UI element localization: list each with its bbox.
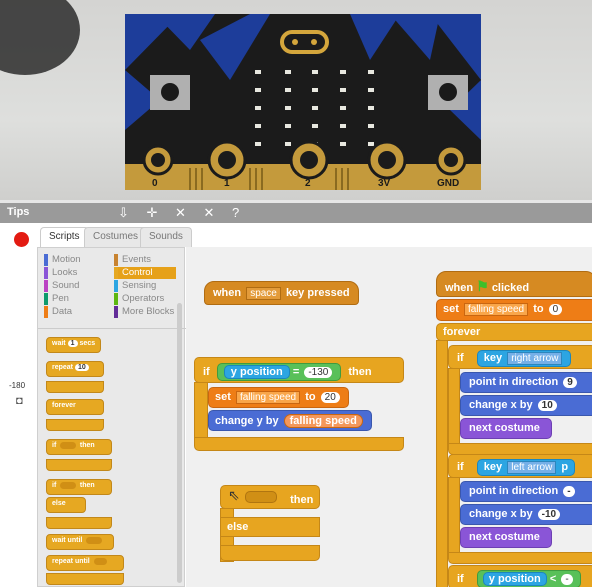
change-x-input-2[interactable]: -10 (537, 509, 561, 520)
change-x-by-block-2[interactable]: change x by -10 (460, 504, 592, 525)
palette-forever-block[interactable]: forever (46, 399, 104, 415)
less-than-operator-block[interactable]: y position < - (476, 570, 581, 587)
change-x-by-block-1[interactable]: change x by 10 (460, 395, 592, 416)
green-flag-icon: ⚑ (476, 278, 489, 294)
change-x-input-1[interactable]: 10 (537, 400, 557, 411)
tips-label[interactable]: Tips (7, 206, 29, 218)
set-zero-input[interactable]: 0 (548, 304, 563, 315)
left-arrow-dropdown[interactable]: left arrow (507, 461, 557, 474)
y-position-reporter[interactable]: y position (223, 365, 290, 379)
tab-sounds[interactable]: Sounds (140, 227, 192, 247)
palette-wait-until-block[interactable]: wait until (46, 534, 114, 550)
less-than-input[interactable]: - (561, 574, 573, 585)
pin-label-3v: 3V (378, 178, 391, 189)
direction-input-1[interactable]: 9 (563, 377, 577, 388)
stage-edge: -180 ◘ (0, 223, 37, 587)
equals-value-input[interactable]: -130 (304, 367, 333, 378)
editor-tabs: Scripts Costumes Sounds (37, 223, 592, 248)
if-key-right-block[interactable]: if key right arrow (448, 345, 592, 369)
key-pressed-sensing-right[interactable]: key right arrow (476, 350, 572, 367)
next-costume-block-2[interactable]: next costume (460, 527, 552, 548)
stop-sign-icon[interactable] (14, 232, 29, 247)
block-palette: Motion Looks Sound Pen Data Events Contr… (37, 247, 186, 588)
direction-input-2[interactable]: - (563, 486, 575, 497)
category-more-blocks[interactable]: More Blocks (114, 306, 176, 318)
pin-label-gnd: GND (437, 178, 459, 189)
palette-if-block[interactable]: if then (46, 439, 112, 455)
sprite-tools-icons[interactable]: ⇩ ✛ ✕ ✕ ? (118, 205, 246, 221)
next-costume-block-1[interactable]: next costume (460, 418, 552, 439)
category-sound[interactable]: Sound (44, 280, 106, 292)
category-pen[interactable]: Pen (44, 293, 106, 305)
when-key-pressed-hat-block[interactable]: when space key pressed (204, 281, 359, 305)
category-operators[interactable]: Operators (114, 293, 176, 305)
tab-costumes[interactable]: Costumes (84, 227, 148, 247)
point-in-direction-block-1[interactable]: point in direction 9 (460, 372, 592, 393)
key-pressed-sensing-left[interactable]: key left arrow p (476, 459, 576, 476)
x-coordinate-readout: -180 (9, 381, 26, 390)
right-arrow-dropdown[interactable]: right arrow (507, 352, 563, 365)
pin-label-1: 1 (224, 178, 230, 189)
tab-scripts[interactable]: Scripts (40, 227, 89, 248)
palette-if-else-block[interactable]: if then (46, 479, 112, 495)
pin-label-0: 0 (152, 178, 158, 189)
variable-dropdown-2[interactable]: falling speed (463, 303, 529, 316)
control-blocks-list: wait 1 secs repeat 10 forever if then if th… (38, 328, 186, 588)
if-block[interactable]: if y position = -130 then (194, 357, 404, 383)
forever-block[interactable]: forever (436, 323, 592, 341)
category-events[interactable]: Events (114, 254, 176, 266)
camera-icon[interactable]: ◘ (16, 395, 23, 407)
category-control[interactable]: Control (114, 267, 176, 279)
set-falling-speed-block[interactable]: set falling speed to 0 (436, 299, 592, 321)
category-sensing[interactable]: Sensing (114, 280, 176, 292)
category-motion[interactable]: Motion (44, 254, 106, 266)
pin-label-2: 2 (305, 178, 311, 189)
palette-scrollbar[interactable] (177, 303, 182, 583)
script-area[interactable]: when space key pressed if y position = -… (186, 247, 592, 587)
palette-repeat-block[interactable]: repeat 10 (46, 361, 104, 377)
set-value-input[interactable]: 20 (320, 392, 340, 403)
category-data[interactable]: Data (44, 306, 106, 318)
when-flag-clicked-hat-block[interactable]: when ⚑ clicked (436, 271, 592, 297)
microbit-board-illustration: 0 1 2 3V GND (0, 0, 481, 190)
key-dropdown[interactable]: space (246, 287, 281, 300)
equals-operator-block[interactable]: y position = -130 (216, 363, 342, 381)
empty-condition-slot[interactable] (245, 491, 277, 503)
if-key-left-block[interactable]: if key left arrow p (448, 454, 592, 478)
point-in-direction-block-2[interactable]: point in direction - (460, 481, 592, 502)
category-looks[interactable]: Looks (44, 267, 106, 279)
falling-speed-reporter[interactable]: falling speed (283, 414, 363, 428)
video-frame-microbit: 0 1 2 3V GND (0, 0, 592, 200)
if-y-position-less-block[interactable]: if y position < - (448, 565, 592, 587)
mouse-pointer-icon: ⇖ (228, 487, 240, 503)
palette-repeat-until-block[interactable]: repeat until (46, 555, 124, 571)
variable-dropdown[interactable]: falling speed (235, 391, 301, 404)
y-position-reporter-2[interactable]: y position (482, 572, 547, 586)
change-y-by-block[interactable]: change y by falling speed (208, 410, 372, 431)
set-variable-block[interactable]: set falling speed to 20 (208, 387, 349, 408)
palette-wait-block[interactable]: wait 1 secs (46, 337, 102, 353)
editor-toolbar: Tips ⇩ ✛ ✕ ✕ ? (0, 200, 592, 223)
